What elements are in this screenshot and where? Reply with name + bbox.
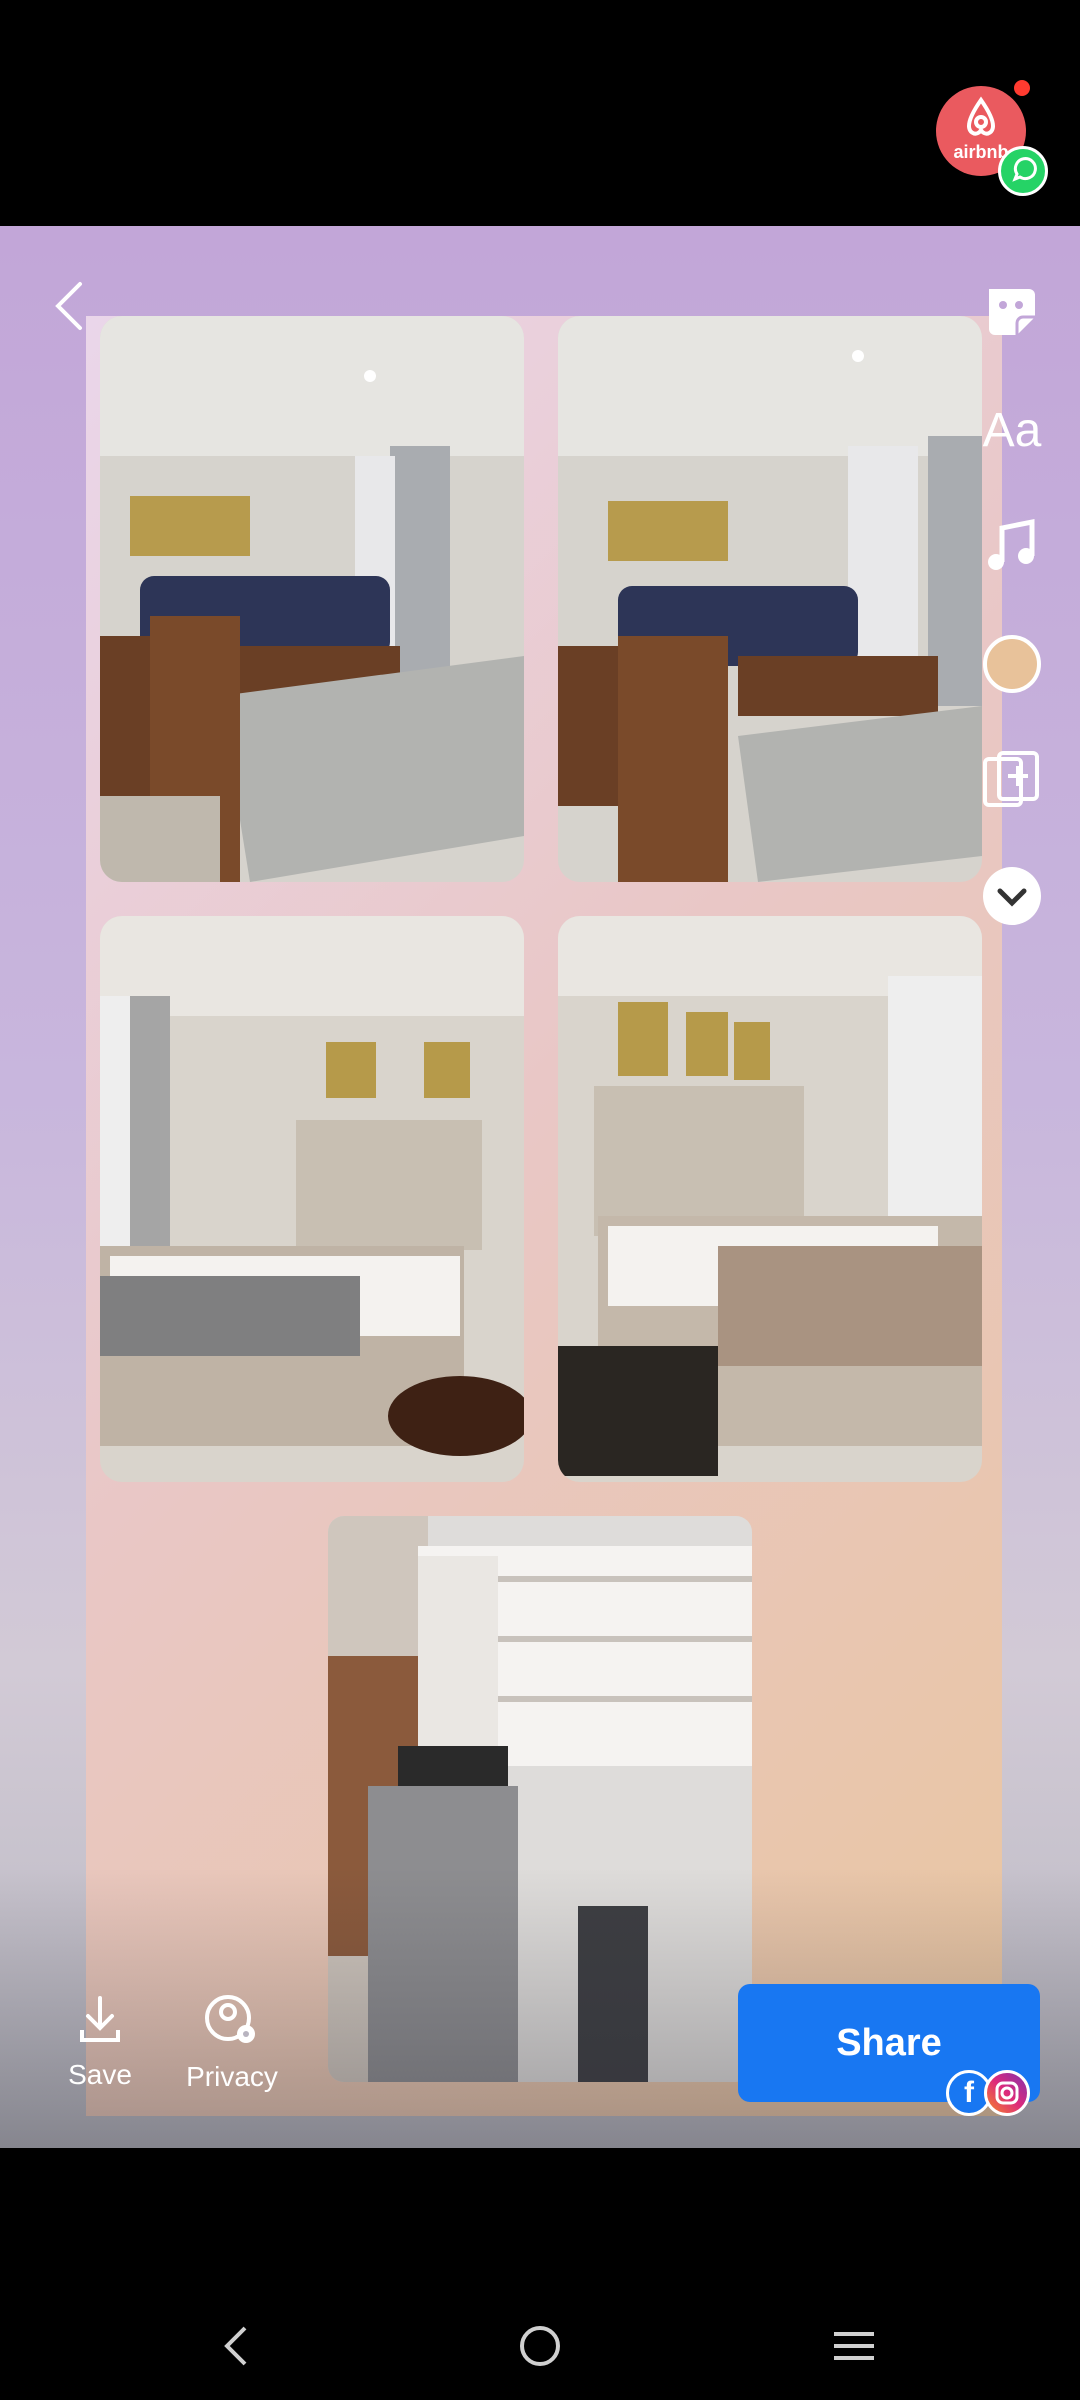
- airbnb-logo-icon: [966, 96, 996, 136]
- living-room-photo-2[interactable]: [558, 316, 982, 882]
- nav-back-button[interactable]: [206, 2316, 266, 2376]
- text-tool-label: Aa: [982, 403, 1042, 457]
- nav-menu-icon: [834, 2332, 874, 2360]
- privacy-button[interactable]: Privacy: [176, 1994, 288, 2093]
- share-label: Share: [836, 2021, 942, 2064]
- top-status-area: airbnb: [0, 0, 1080, 226]
- instagram-icon: [984, 2070, 1030, 2116]
- bedroom-photo-1[interactable]: [100, 916, 524, 1482]
- sticker-icon: [989, 289, 1035, 335]
- nav-home-button[interactable]: [510, 2316, 570, 2376]
- privacy-settings-icon: [205, 1995, 255, 2043]
- music-icon: [988, 518, 1035, 570]
- expand-more-icon: [983, 867, 1041, 925]
- text-tool-button[interactable]: Aa: [978, 396, 1046, 464]
- nav-home-icon: [520, 2326, 560, 2366]
- add-layout-icon: [983, 751, 1039, 807]
- story-editor-canvas: Aa: [0, 226, 1080, 2148]
- chevron-left-icon: [55, 282, 82, 330]
- add-layout-button[interactable]: [978, 746, 1046, 814]
- expand-more-button[interactable]: [978, 862, 1046, 930]
- whatsapp-icon[interactable]: [998, 146, 1048, 196]
- notification-dot: [1014, 80, 1030, 96]
- privacy-label: Privacy: [186, 2061, 278, 2092]
- living-room-photo-1[interactable]: [100, 316, 524, 882]
- music-button[interactable]: [978, 512, 1046, 580]
- back-button[interactable]: [50, 276, 90, 336]
- nav-back-icon: [224, 2326, 247, 2366]
- color-picker-button[interactable]: [978, 630, 1046, 698]
- save-label: Save: [68, 2059, 132, 2090]
- collage-card: [86, 316, 1002, 2116]
- save-button[interactable]: Save: [60, 1994, 140, 2091]
- nav-recents-button[interactable]: [824, 2316, 884, 2376]
- color-circle-icon: [983, 635, 1041, 693]
- sticker-button[interactable]: [978, 278, 1046, 346]
- bedroom-photo-2[interactable]: [558, 916, 982, 1482]
- download-icon: [80, 1996, 120, 2042]
